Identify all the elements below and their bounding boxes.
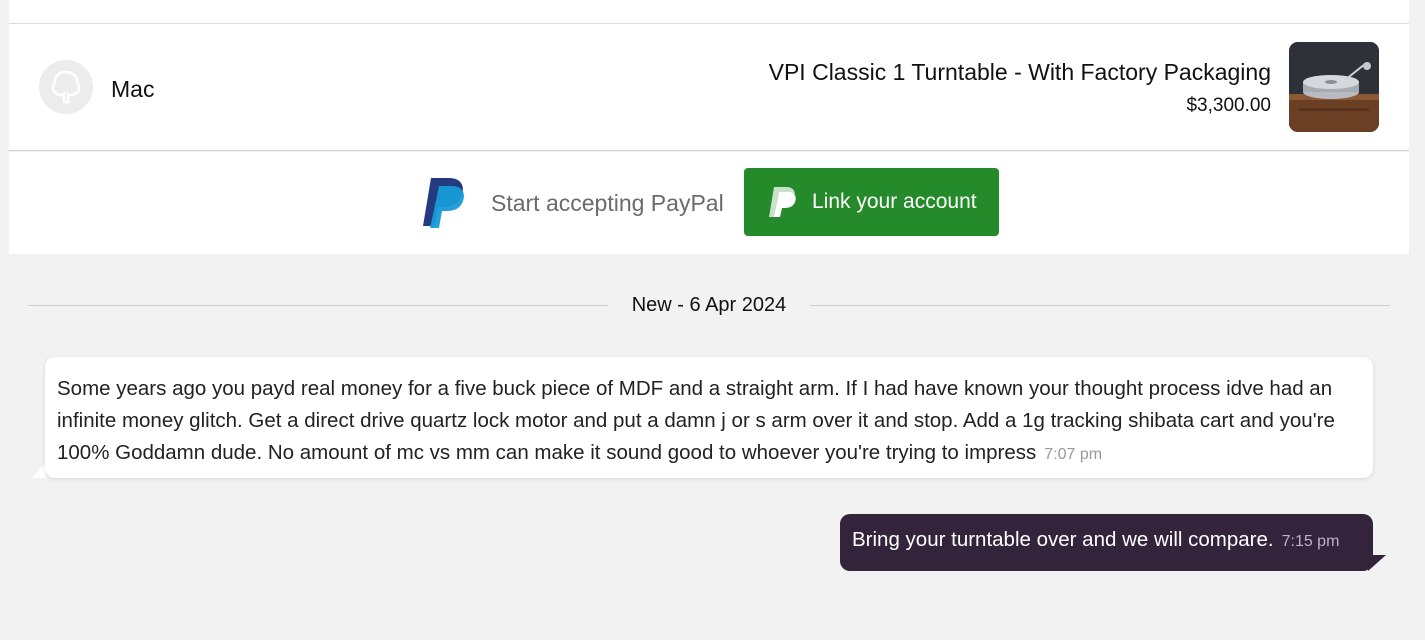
tree-avatar-icon xyxy=(51,70,81,104)
paypal-icon xyxy=(769,187,796,217)
listing-title[interactable]: VPI Classic 1 Turntable - With Factory P… xyxy=(769,59,1271,86)
conversation-header: Mac VPI Classic 1 Turntable - With Facto… xyxy=(9,24,1409,151)
link-account-button[interactable]: Link your account xyxy=(744,168,999,236)
listing-thumbnail[interactable] xyxy=(1289,42,1379,132)
top-bar xyxy=(9,0,1409,24)
paypal-prompt: Start accepting PayPal xyxy=(491,190,724,216)
date-divider: New - 6 Apr 2024 xyxy=(28,294,1390,318)
user-avatar[interactable] xyxy=(39,60,93,114)
user-name[interactable]: Mac xyxy=(111,76,154,103)
incoming-bubble-tail xyxy=(32,462,46,478)
paypal-logo-icon xyxy=(423,178,464,228)
message-time: 7:07 pm xyxy=(1044,446,1103,463)
message-text: Some years ago you payd real money for a… xyxy=(57,377,1335,464)
divider-line-right xyxy=(810,305,1390,306)
link-account-label: Link your account xyxy=(812,190,977,213)
message-outgoing[interactable]: Bring your turntable over and we will co… xyxy=(840,514,1373,571)
message-incoming[interactable]: Some years ago you payd real money for a… xyxy=(45,357,1373,478)
paypal-banner: Start accepting PayPal Link your account xyxy=(9,152,1409,254)
message-time: 7:15 pm xyxy=(1281,533,1340,550)
message-text: Bring your turntable over and we will co… xyxy=(852,528,1274,551)
turntable-photo-icon xyxy=(1289,42,1379,132)
listing-price: $3,300.00 xyxy=(1186,95,1271,116)
